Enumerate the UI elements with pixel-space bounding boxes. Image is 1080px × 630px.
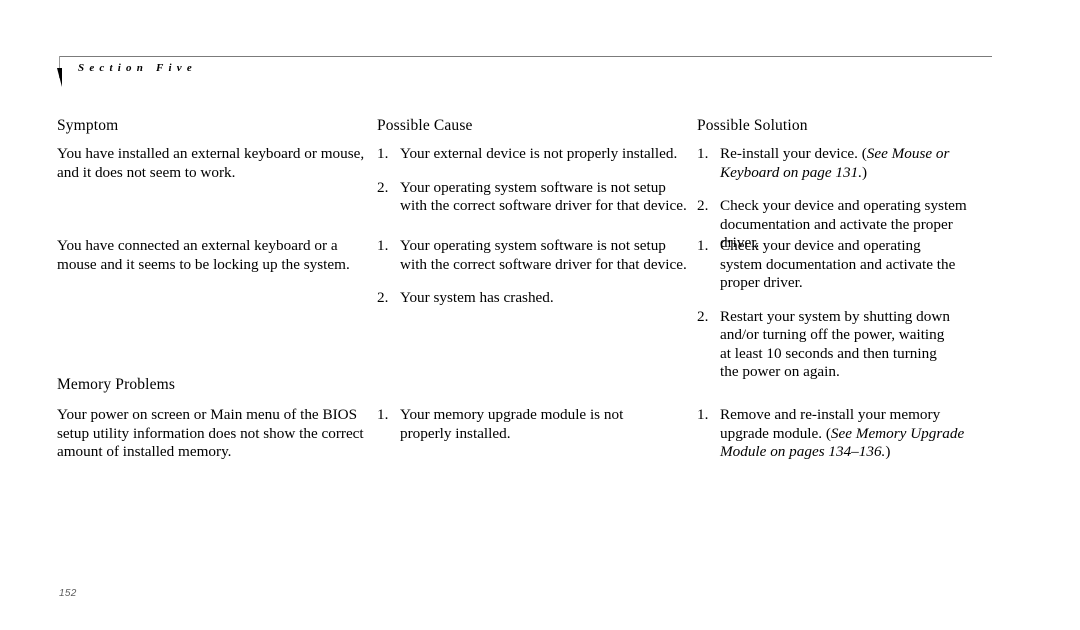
list-item: 1. Re-install your device. (See Mouse or… [697, 145, 987, 182]
list-text-tail: ) [885, 443, 891, 460]
memory-row-symptom: Your power on screen or Main menu of the… [57, 406, 375, 462]
table-row-2-solution: 1. Check your device and operating syste… [697, 237, 959, 382]
list-item: 1. Remove and re-install your memory upg… [697, 406, 969, 462]
cause-list: 1. Your operating system software is not… [377, 237, 689, 308]
memory-row-cause: 1. Your memory upgrade module is not pro… [377, 406, 677, 443]
list-item: 1. Your memory upgrade module is not pro… [377, 406, 677, 443]
table-row-1-cause: 1. Your external device is not properly … [377, 145, 689, 216]
list-item: 1. Your operating system software is not… [377, 237, 689, 274]
list-number: 1. [377, 145, 389, 162]
list-number: 1. [697, 406, 709, 423]
cause-list: 1. Your memory upgrade module is not pro… [377, 406, 677, 443]
list-number: 1. [377, 406, 389, 423]
table-row-1-symptom: You have installed an external keyboard … [57, 145, 365, 182]
list-text: Restart your system by shutting down and… [720, 307, 950, 381]
subheading-memory-problems: Memory Problems [57, 376, 176, 393]
list-number: 1. [377, 237, 389, 254]
column-header-symptom: Symptom [57, 117, 119, 134]
symptom-text: Your power on screen or Main menu of the… [57, 406, 364, 460]
list-text-tail: ) [862, 163, 868, 181]
memory-row-solution: 1. Remove and re-install your memory upg… [697, 406, 969, 462]
table-row-2-symptom: You have connected an external keyboard … [57, 237, 367, 274]
list-number: 2. [697, 307, 709, 325]
content-table: Symptom Possible Cause Possible Solution… [0, 0, 1080, 630]
solution-list: 1. Remove and re-install your memory upg… [697, 406, 969, 462]
page-number: 152 [59, 588, 77, 599]
list-text-lead: Re-install your device. ( [720, 145, 867, 162]
list-item: 2. Your system has crashed. [377, 289, 689, 308]
list-text: Your system has crashed. [400, 289, 554, 306]
list-text: Your operating system software is not se… [400, 178, 687, 215]
list-item: 2. Your operating system software is not… [377, 179, 689, 216]
list-item: 1. Your external device is not properly … [377, 145, 689, 164]
document-page: { "header": { "section_label": "Section … [0, 0, 1080, 630]
symptom-text: You have connected an external keyboard … [57, 237, 350, 273]
list-text: Your operating system software is not se… [400, 237, 687, 273]
list-text: Your memory upgrade module is not proper… [400, 406, 624, 442]
column-header-cause: Possible Cause [377, 117, 473, 134]
symptom-text: You have installed an external keyboard … [57, 145, 365, 181]
list-text: Check your device and operating system d… [720, 237, 956, 291]
list-number: 1. [697, 145, 709, 162]
list-number: 2. [377, 178, 389, 196]
list-text: Remove and re-install your memory upgrad… [720, 406, 969, 462]
list-number: 2. [697, 197, 709, 214]
table-row-2-cause: 1. Your operating system software is not… [377, 237, 689, 308]
list-number: 2. [377, 289, 389, 306]
cause-list: 1. Your external device is not properly … [377, 145, 689, 216]
list-item: 2. Restart your system by shutting down … [697, 308, 959, 382]
list-item: 1. Check your device and operating syste… [697, 237, 959, 293]
list-text: Re-install your device. (See Mouse or Ke… [720, 145, 987, 182]
column-header-solution: Possible Solution [697, 117, 808, 134]
list-text: Your external device is not properly ins… [400, 145, 678, 162]
list-number: 1. [697, 237, 709, 254]
solution-list: 1. Check your device and operating syste… [697, 237, 959, 382]
